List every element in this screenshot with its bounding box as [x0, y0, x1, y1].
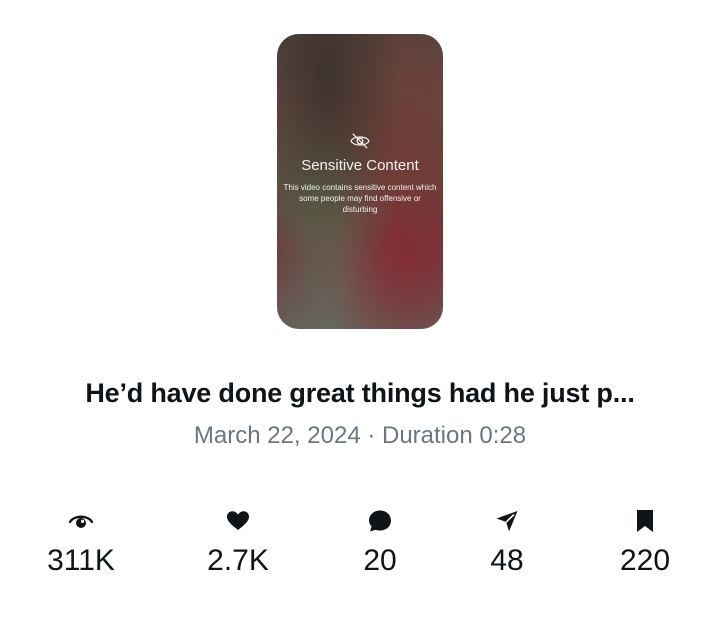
sensitive-title: Sensitive Content [301, 157, 419, 174]
replies-count: 20 [363, 544, 397, 577]
sensitive-description: This video contains sensitive content wh… [283, 183, 437, 214]
stat-shares[interactable]: 48 [447, 508, 567, 578]
stat-replies[interactable]: 20 [320, 508, 440, 578]
eye-slash-icon [350, 133, 370, 149]
share-icon [496, 511, 518, 532]
likes-count: 2.7K [207, 544, 269, 577]
shares-count: 48 [490, 544, 524, 577]
post-title: He’d have done great things had he just … [85, 378, 635, 408]
views-icon [68, 515, 94, 528]
sensitive-content-overlay: Sensitive Content This video contains se… [277, 132, 443, 215]
video-thumbnail[interactable]: Sensitive Content This video contains se… [277, 34, 443, 329]
post-detail: Sensitive Content This video contains se… [0, 0, 720, 625]
stat-bookmarks[interactable]: 220 [585, 508, 705, 578]
stats-row: 311K 2.7K 20 48 220 [0, 508, 720, 588]
stat-views[interactable]: 311K [21, 508, 141, 578]
bookmark-icon [637, 510, 653, 532]
stat-likes[interactable]: 2.7K [178, 508, 298, 578]
views-count: 311K [47, 544, 115, 577]
heart-icon [227, 511, 249, 530]
reply-icon [369, 510, 391, 532]
post-meta: March 22, 2024 · Duration 0:28 [193, 422, 527, 449]
bookmarks-count: 220 [619, 544, 671, 577]
